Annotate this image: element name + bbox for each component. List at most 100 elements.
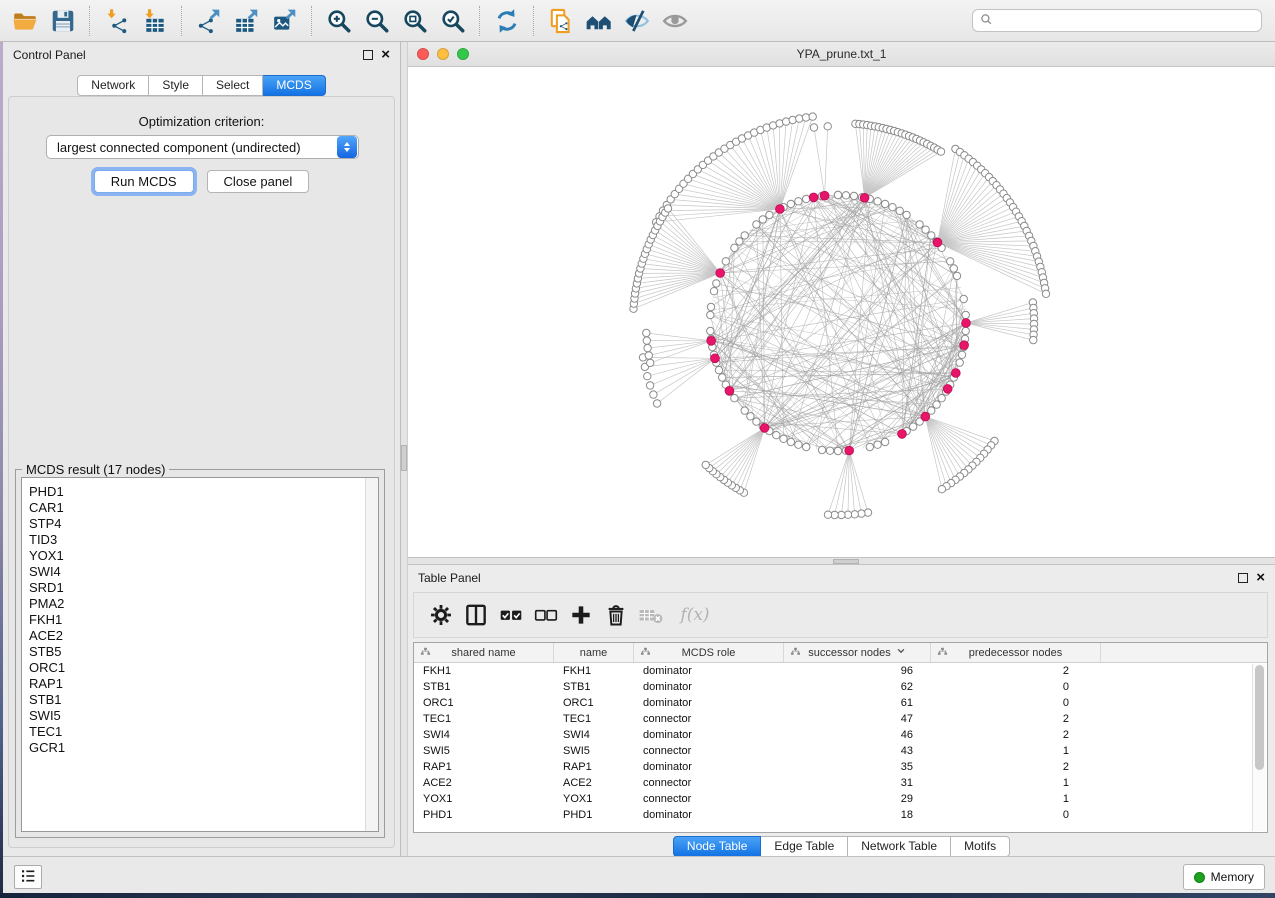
network-node[interactable]	[715, 366, 722, 373]
deselect-all-button[interactable]	[531, 598, 561, 632]
network-node[interactable]	[731, 244, 738, 251]
network-node[interactable]	[787, 438, 794, 445]
network-node[interactable]	[842, 192, 849, 199]
network-node[interactable]	[824, 123, 831, 130]
network-node[interactable]	[645, 352, 652, 359]
table-row[interactable]: YOX1YOX1connector291	[414, 791, 1267, 807]
float-panel-icon[interactable]	[363, 50, 373, 60]
network-node[interactable]	[834, 447, 841, 454]
network-node[interactable]	[753, 221, 760, 228]
network-node[interactable]	[910, 423, 917, 430]
table-row[interactable]: PHD1PHD1dominator180	[414, 807, 1267, 823]
network-node[interactable]	[707, 303, 714, 310]
mcds-result-item[interactable]: RAP1	[22, 676, 378, 692]
network-node[interactable]	[731, 395, 738, 402]
network-node[interactable]	[947, 258, 954, 265]
network-hub-node[interactable]	[809, 193, 818, 202]
export-image-button[interactable]	[266, 3, 304, 39]
network-node[interactable]	[896, 207, 903, 214]
refresh-layout-button[interactable]	[488, 3, 526, 39]
table-row[interactable]: STB1STB1dominator620	[414, 679, 1267, 695]
float-table-panel-icon[interactable]	[1238, 573, 1248, 583]
network-hub-node[interactable]	[960, 341, 969, 350]
network-node[interactable]	[722, 258, 729, 265]
zoom-out-button[interactable]	[358, 3, 396, 39]
network-node[interactable]	[850, 192, 857, 199]
show-columns-button[interactable]	[461, 598, 491, 632]
close-window-icon[interactable]	[417, 48, 429, 60]
table-scrollbar[interactable]	[1252, 664, 1266, 831]
table-row[interactable]: FKH1FKH1dominator962	[414, 663, 1267, 679]
close-panel-button[interactable]: Close panel	[207, 170, 310, 193]
column-header-predecessor-nodes[interactable]: predecessor nodes	[931, 643, 1101, 662]
table-row[interactable]: SWI5SWI5connector431	[414, 743, 1267, 759]
mcds-result-item[interactable]: CAR1	[22, 500, 378, 516]
minimize-window-icon[interactable]	[437, 48, 449, 60]
network-node[interactable]	[933, 401, 940, 408]
network-hub-node[interactable]	[716, 269, 725, 278]
network-node[interactable]	[866, 443, 873, 450]
tab-style[interactable]: Style	[149, 75, 203, 96]
network-node[interactable]	[780, 435, 787, 442]
import-table-button[interactable]	[136, 3, 174, 39]
export-network-button[interactable]	[190, 3, 228, 39]
column-header-name[interactable]: name	[554, 643, 634, 662]
network-node[interactable]	[916, 221, 923, 228]
table-tab-network-table[interactable]: Network Table	[848, 836, 951, 857]
table-row[interactable]: SWI4SWI4dominator462	[414, 727, 1267, 743]
network-hub-node[interactable]	[921, 412, 930, 421]
zoom-in-button[interactable]	[320, 3, 358, 39]
network-node[interactable]	[707, 311, 714, 318]
network-node[interactable]	[826, 447, 833, 454]
close-panel-icon[interactable]: ×	[381, 50, 390, 60]
mcds-result-item[interactable]: PHD1	[22, 484, 378, 500]
network-node[interactable]	[922, 226, 929, 233]
network-node[interactable]	[938, 395, 945, 402]
network-node[interactable]	[650, 391, 657, 398]
network-node[interactable]	[928, 232, 935, 239]
mcds-result-item[interactable]: YOX1	[22, 548, 378, 564]
network-node[interactable]	[643, 337, 650, 344]
network-node[interactable]	[874, 198, 881, 205]
network-node[interactable]	[881, 200, 888, 207]
network-node[interactable]	[787, 200, 794, 207]
network-node[interactable]	[803, 443, 810, 450]
network-node[interactable]	[962, 311, 969, 318]
network-hub-node[interactable]	[820, 191, 829, 200]
table-row[interactable]: TEC1TEC1connector472	[414, 711, 1267, 727]
table-scrollbar-thumb[interactable]	[1255, 665, 1264, 770]
table-tab-edge-table[interactable]: Edge Table	[761, 836, 848, 857]
network-node[interactable]	[707, 327, 714, 334]
network-hub-node[interactable]	[951, 369, 960, 378]
horizontal-splitter[interactable]	[408, 557, 1275, 565]
column-header-shared-name[interactable]: shared name	[414, 643, 554, 662]
search-input[interactable]	[998, 13, 1261, 29]
network-node[interactable]	[818, 446, 825, 453]
network-canvas[interactable]	[408, 67, 1275, 558]
network-node[interactable]	[795, 198, 802, 205]
open-file-button[interactable]	[6, 3, 44, 39]
network-node[interactable]	[958, 351, 965, 358]
table-row[interactable]: ACE2ACE2connector311	[414, 775, 1267, 791]
network-node[interactable]	[713, 280, 720, 287]
network-hub-node[interactable]	[776, 205, 785, 214]
horizontal-splitter-handle[interactable]	[833, 559, 859, 564]
network-node[interactable]	[810, 124, 817, 131]
zoom-fit-button[interactable]	[396, 3, 434, 39]
mcds-result-item[interactable]: PMA2	[22, 596, 378, 612]
network-node[interactable]	[719, 374, 726, 381]
network-hub-node[interactable]	[943, 385, 952, 394]
network-node[interactable]	[881, 438, 888, 445]
vertical-splitter-handle[interactable]	[401, 445, 407, 471]
network-node[interactable]	[644, 373, 651, 380]
network-hub-node[interactable]	[962, 319, 971, 328]
select-all-button[interactable]	[496, 598, 526, 632]
import-network-button[interactable]	[98, 3, 136, 39]
network-node[interactable]	[702, 461, 709, 468]
network-hub-node[interactable]	[933, 238, 942, 247]
network-node[interactable]	[647, 359, 654, 366]
close-table-panel-icon[interactable]: ×	[1256, 573, 1265, 583]
network-hub-node[interactable]	[711, 354, 720, 363]
mcds-result-item[interactable]: TEC1	[22, 724, 378, 740]
tab-mcds[interactable]: MCDS	[263, 75, 325, 96]
